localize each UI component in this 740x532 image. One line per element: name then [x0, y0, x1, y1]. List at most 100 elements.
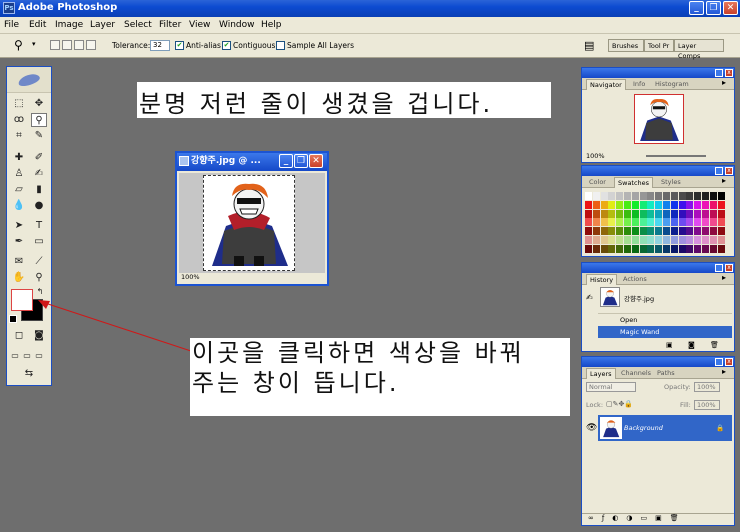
swatch-cell[interactable] — [592, 192, 600, 200]
swatch-cell[interactable] — [624, 192, 631, 200]
swatch-cell[interactable] — [639, 209, 647, 218]
well-tab-tool-presets[interactable]: Tool Pr — [644, 39, 674, 52]
lasso-tool-icon[interactable]: ꝏ — [11, 113, 27, 127]
tab-layers[interactable]: Layers — [586, 368, 616, 379]
swatch-cell[interactable] — [585, 200, 592, 209]
swatch-cell[interactable] — [694, 244, 702, 253]
swatch-cell[interactable] — [678, 200, 686, 209]
menu-edit[interactable]: Edit — [29, 20, 46, 30]
history-item-magic-wand[interactable]: Magic Wand — [598, 326, 732, 338]
blur-tool-icon[interactable]: 💧 — [11, 199, 27, 213]
layers-menu-icon[interactable]: ▸ — [722, 367, 726, 376]
navigator-minimize-button[interactable] — [715, 69, 723, 77]
magic-wand-icon[interactable]: ⚲ — [14, 38, 23, 52]
blend-mode-select[interactable]: Normal — [586, 382, 636, 392]
swatch-cell[interactable] — [639, 236, 647, 244]
swatch-cell[interactable] — [663, 244, 670, 253]
subtract-selection-icon[interactable] — [74, 40, 84, 50]
swatch-cell[interactable] — [585, 227, 592, 236]
swatch-cell[interactable] — [702, 227, 709, 236]
slice-tool-icon[interactable]: ✎ — [31, 129, 47, 143]
swatch-cell[interactable] — [670, 209, 678, 218]
navigator-zoom[interactable]: 100% — [586, 152, 605, 160]
swatch-cell[interactable] — [717, 192, 725, 200]
swatch-cell[interactable] — [694, 209, 702, 218]
swatch-cell[interactable] — [631, 244, 639, 253]
well-tab-layer-comps[interactable]: Layer Comps — [674, 39, 724, 60]
swatch-cell[interactable] — [702, 244, 709, 253]
swatch-cell[interactable] — [709, 200, 717, 209]
swatch-cell[interactable] — [624, 236, 631, 244]
menu-image[interactable]: Image — [55, 20, 83, 30]
move-tool-icon[interactable]: ✥ — [31, 97, 47, 111]
layer-buttons-icons[interactable]: ∞ƒ◐◑▭▣🗑 — [588, 514, 687, 522]
swatch-cell[interactable] — [655, 192, 663, 200]
zoom-tool-icon[interactable]: ⚲ — [31, 271, 47, 285]
sample-all-layers-checkbox[interactable] — [276, 41, 285, 50]
swatch-cell[interactable] — [631, 227, 639, 236]
swatch-cell[interactable] — [717, 218, 725, 227]
brush-tool-icon[interactable]: ✐ — [31, 151, 47, 165]
new-selection-icon[interactable] — [50, 40, 60, 50]
snapshot-name[interactable]: 강향주.jpg — [624, 293, 654, 303]
history-palette-titlebar[interactable]: x — [582, 263, 734, 273]
healing-brush-icon[interactable]: ✚ — [11, 151, 27, 165]
swatch-cell[interactable] — [608, 244, 616, 253]
history-new-doc-icon[interactable]: ▣ — [666, 341, 673, 349]
swatch-cell[interactable] — [600, 200, 608, 209]
swatch-cell[interactable] — [631, 218, 639, 227]
swatch-cell[interactable] — [647, 244, 655, 253]
image-selection[interactable] — [203, 175, 295, 271]
swatch-cell[interactable] — [663, 227, 670, 236]
marquee-tool-icon[interactable]: ⬚ — [11, 97, 27, 111]
swatch-cell[interactable] — [624, 209, 631, 218]
swatch-cell[interactable] — [709, 227, 717, 236]
swatch-cell[interactable] — [585, 209, 592, 218]
swatch-cell[interactable] — [663, 200, 670, 209]
eyedropper-tool-icon[interactable]: ⟋ — [31, 255, 47, 269]
swatch-cell[interactable] — [608, 236, 616, 244]
history-minimize-button[interactable] — [715, 264, 723, 272]
dodge-tool-icon[interactable]: ● — [31, 199, 47, 213]
swatch-cell[interactable] — [717, 209, 725, 218]
swatch-cell[interactable] — [702, 200, 709, 209]
swatch-cell[interactable] — [592, 200, 600, 209]
swatch-cell[interactable] — [694, 236, 702, 244]
history-close-button[interactable]: x — [725, 264, 733, 272]
swatch-cell[interactable] — [709, 244, 717, 253]
add-selection-icon[interactable] — [62, 40, 72, 50]
swatch-cell[interactable] — [600, 227, 608, 236]
swatch-cell[interactable] — [592, 209, 600, 218]
swatch-cell[interactable] — [655, 218, 663, 227]
swatches-minimize-button[interactable] — [715, 167, 723, 175]
default-colors-icon[interactable] — [9, 315, 17, 323]
swatch-cell[interactable] — [655, 236, 663, 244]
navigator-thumbnail[interactable] — [634, 94, 684, 144]
swatch-cell[interactable] — [702, 192, 709, 200]
hand-tool-icon[interactable]: ✋ — [11, 271, 27, 285]
history-brush-icon[interactable]: ✍ — [31, 167, 47, 181]
swatch-cell[interactable] — [670, 192, 678, 200]
navigator-palette-titlebar[interactable]: x — [582, 68, 734, 78]
fill-input[interactable]: 100% — [694, 400, 720, 410]
swatch-cell[interactable] — [592, 227, 600, 236]
tab-info[interactable]: Info — [630, 79, 648, 89]
swatch-cell[interactable] — [592, 218, 600, 227]
swatch-cell[interactable] — [709, 218, 717, 227]
swatch-cell[interactable] — [592, 244, 600, 253]
clone-stamp-icon[interactable]: ♙ — [11, 167, 27, 181]
swatch-cell[interactable] — [616, 244, 624, 253]
history-menu-icon[interactable]: ▸ — [722, 273, 726, 282]
swatch-cell[interactable] — [585, 244, 592, 253]
snapshot-thumbnail[interactable] — [600, 287, 620, 307]
swatch-cell[interactable] — [709, 192, 717, 200]
swatch-cell[interactable] — [678, 227, 686, 236]
swatch-cell[interactable] — [655, 209, 663, 218]
tab-actions[interactable]: Actions — [620, 274, 650, 284]
swatch-cell[interactable] — [647, 236, 655, 244]
swatch-cell[interactable] — [631, 200, 639, 209]
swatch-cell[interactable] — [686, 244, 694, 253]
jump-to-imageready-icon[interactable]: ⇆ — [17, 367, 41, 381]
tolerance-input[interactable]: 32 — [150, 40, 170, 51]
path-selection-icon[interactable]: ➤ — [11, 219, 27, 233]
